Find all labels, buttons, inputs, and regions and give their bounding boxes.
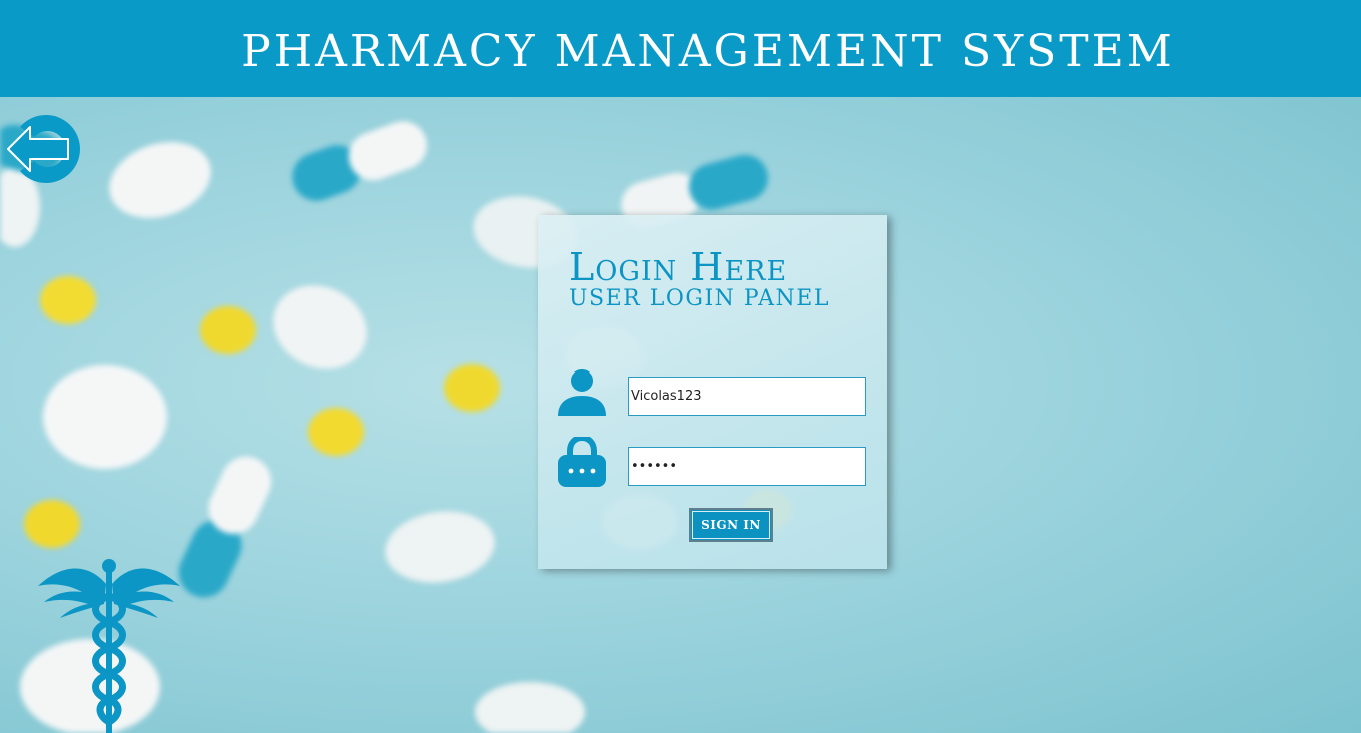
app-header: PHARMACY MANAGEMENT SYSTEM bbox=[0, 0, 1361, 97]
login-window: PHARMACY MANAGEMENT SYSTEM Login Here US… bbox=[0, 0, 1361, 733]
lock-icon bbox=[558, 437, 606, 487]
login-title: Login Here bbox=[569, 245, 788, 289]
caduceus-logo bbox=[36, 556, 182, 733]
caduceus-icon bbox=[38, 559, 180, 733]
user-icon bbox=[558, 369, 606, 416]
password-input[interactable] bbox=[629, 448, 865, 485]
back-arrow-icon bbox=[7, 114, 80, 184]
password-field-box bbox=[628, 447, 866, 486]
login-panel: Login Here USER LOGIN PANEL SIGN IN bbox=[538, 215, 887, 569]
back-button[interactable] bbox=[6, 111, 82, 187]
username-field-box bbox=[628, 377, 866, 416]
sign-in-button[interactable]: SIGN IN bbox=[689, 508, 773, 542]
username-input[interactable] bbox=[629, 378, 865, 415]
app-title: PHARMACY MANAGEMENT SYSTEM bbox=[241, 26, 1175, 77]
login-subtitle: USER LOGIN PANEL bbox=[569, 286, 830, 311]
